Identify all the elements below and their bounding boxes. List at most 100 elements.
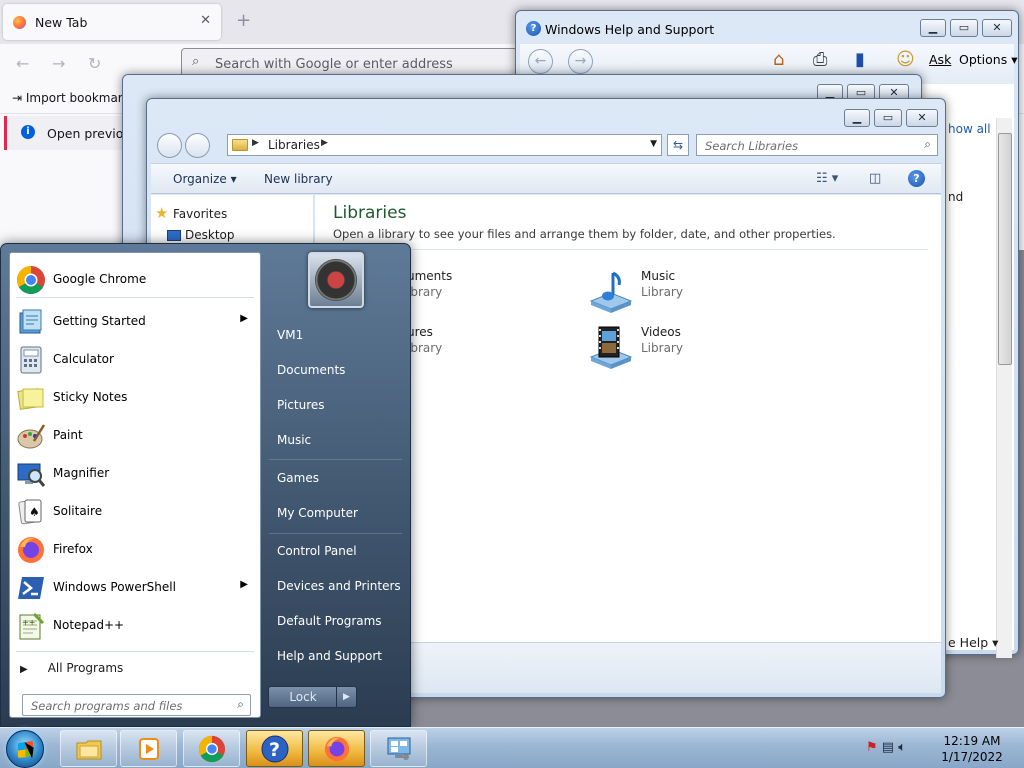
preview-pane-icon[interactable]: ◫ <box>869 171 881 186</box>
tab-title: New Tab <box>35 15 88 30</box>
clock-date: 1/17/2022 <box>941 750 1003 764</box>
breadcrumb-arrow-icon[interactable]: ▶ <box>252 138 259 148</box>
home-icon[interactable]: ⌂ <box>773 49 784 70</box>
taskbar-help-and-support[interactable]: ? <box>246 730 303 767</box>
chrome-icon <box>17 266 45 294</box>
start-right-my-computer[interactable]: My Computer <box>277 506 358 520</box>
print-icon[interactable]: ⎙ <box>813 49 827 70</box>
lock-label: Lock <box>289 690 317 704</box>
chevron-down-icon[interactable]: ▼ <box>650 139 657 149</box>
start-item-firefox[interactable]: Firefox <box>12 531 258 567</box>
show-all-link[interactable]: how all <box>948 122 991 136</box>
options-label: Options <box>959 52 1008 67</box>
search-input[interactable]: Search Libraries ⌕ <box>696 134 938 156</box>
program-label: Getting Started <box>53 314 146 328</box>
user-picture[interactable] <box>308 252 364 308</box>
start-right-devices-and-printers[interactable]: Devices and Printers <box>277 579 401 593</box>
start-right-music[interactable]: Music <box>277 433 311 447</box>
volume-icon[interactable]: 🔈︎ <box>898 740 906 755</box>
firefox-tab-new-tab[interactable]: New Tab ✕ <box>3 4 221 40</box>
start-button[interactable] <box>6 730 44 768</box>
taskbar-chrome[interactable] <box>183 730 240 767</box>
taskbar-remote-desktop[interactable] <box>370 730 427 767</box>
nav-item-favorites[interactable]: Favorites <box>173 207 227 221</box>
library-type: ibrary <box>407 285 443 299</box>
start-item-solitaire[interactable]: ♠ Solitaire <box>12 493 258 529</box>
nav-item-desktop[interactable]: Desktop <box>185 228 235 242</box>
clock-time: 12:19 AM <box>943 734 1001 748</box>
start-item-getting-started[interactable]: Getting Started ▶ <box>12 303 258 339</box>
taskbar-firefox[interactable] <box>308 730 365 767</box>
ask-button[interactable]: Ask <box>929 52 951 67</box>
maximize-button[interactable]: ▭ <box>874 109 902 127</box>
shutdown-options-arrow-icon[interactable]: ▶ <box>336 687 356 707</box>
folder-icon <box>76 740 102 760</box>
all-programs-button[interactable]: ▶ All Programs <box>20 661 123 675</box>
start-right-pictures[interactable]: Pictures <box>277 398 325 412</box>
libraries-folder-icon <box>232 139 248 151</box>
organize-button[interactable]: Organize ▾ <box>173 172 237 186</box>
start-item-windows-powershell[interactable]: Windows PowerShell ▶ <box>12 569 258 605</box>
library-type: Library <box>641 285 683 299</box>
start-right-default-programs[interactable]: Default Programs <box>277 614 382 628</box>
options-menu[interactable]: Options ▾ <box>959 52 1018 67</box>
forward-arrow-icon[interactable]: → <box>52 54 65 73</box>
svg-text:?: ? <box>269 739 280 761</box>
start-right-vm1[interactable]: VM1 <box>277 328 303 342</box>
tab-close-icon[interactable]: ✕ <box>200 13 211 28</box>
back-icon[interactable]: ← <box>528 49 553 74</box>
start-item-magnifier[interactable]: Magnifier <box>12 455 258 491</box>
start-item-calculator[interactable]: Calculator <box>12 341 258 377</box>
browse-help-icon[interactable]: ▮ <box>855 49 865 70</box>
start-right-games[interactable]: Games <box>277 471 319 485</box>
sticky-notes-icon <box>17 388 44 410</box>
forward-icon[interactable] <box>185 133 210 158</box>
network-icon[interactable]: ▤ <box>882 740 894 755</box>
close-button[interactable]: ✕ <box>906 109 938 127</box>
search-placeholder: Search programs and files <box>31 699 183 713</box>
maximize-button[interactable]: ▭ <box>950 19 978 37</box>
taskbar-media-player[interactable] <box>120 730 177 767</box>
start-right-control-panel[interactable]: Control Panel <box>277 544 357 558</box>
new-tab-button[interactable]: + <box>236 10 251 31</box>
start-right-help-and-support[interactable]: Help and Support <box>277 649 382 663</box>
favorites-star-icon: ★ <box>155 204 169 222</box>
breadcrumb-libraries[interactable]: Libraries <box>268 138 320 152</box>
address-bar[interactable]: ▶ Libraries ▶ ▼ <box>227 134 662 156</box>
start-right-documents[interactable]: Documents <box>277 363 345 377</box>
desktop-icon <box>167 230 181 241</box>
taskbar-explorer[interactable] <box>60 730 117 767</box>
breadcrumb-arrow-icon[interactable]: ▶ <box>321 138 328 148</box>
minimize-button[interactable]: ▁ <box>920 19 946 37</box>
ask-people-icon[interactable]: ☺ <box>896 49 915 70</box>
import-bookmarks-link[interactable]: ⇥ Import bookmarks <box>12 91 136 105</box>
start-search-input[interactable]: Search programs and files ⌕ <box>22 694 251 716</box>
close-button[interactable]: ✕ <box>982 19 1012 37</box>
new-library-button[interactable]: New library <box>264 172 333 186</box>
clock[interactable]: 12:19 AM 1/17/2022 <box>930 733 1014 765</box>
library-type: Library <box>641 341 683 355</box>
calculator-icon <box>20 346 42 374</box>
start-item-notepadpp[interactable]: ++ Notepad++ <box>12 607 258 643</box>
scrollbar[interactable] <box>996 118 1012 658</box>
svg-text:♠: ♠ <box>29 505 40 519</box>
minimize-button[interactable]: ▁ <box>844 109 870 127</box>
import-bookmarks-label: Import bookmarks <box>25 91 136 105</box>
divider <box>333 249 928 250</box>
help-icon[interactable]: ? <box>908 170 925 187</box>
refresh-icon[interactable]: ⇆ <box>667 134 689 156</box>
lock-button[interactable]: Lock ▶ <box>268 686 357 708</box>
online-help-menu[interactable]: e Help ▾ <box>948 635 998 650</box>
action-center-flag-icon[interactable]: ⚑ <box>866 740 878 755</box>
help-icon: ? <box>261 735 289 763</box>
reload-icon[interactable]: ↻ <box>88 54 101 73</box>
start-item-sticky-notes[interactable]: Sticky Notes <box>12 379 258 415</box>
view-options-icon[interactable]: ☷ ▾ <box>816 171 838 186</box>
firefox-favicon-icon <box>13 16 26 29</box>
start-item-paint[interactable]: Paint <box>12 417 258 453</box>
start-item-google-chrome[interactable]: Google Chrome <box>12 261 258 297</box>
scrollbar-thumb[interactable] <box>998 133 1012 365</box>
back-arrow-icon[interactable]: ← <box>16 54 29 73</box>
forward-icon[interactable]: → <box>568 49 593 74</box>
back-icon[interactable] <box>157 133 182 158</box>
